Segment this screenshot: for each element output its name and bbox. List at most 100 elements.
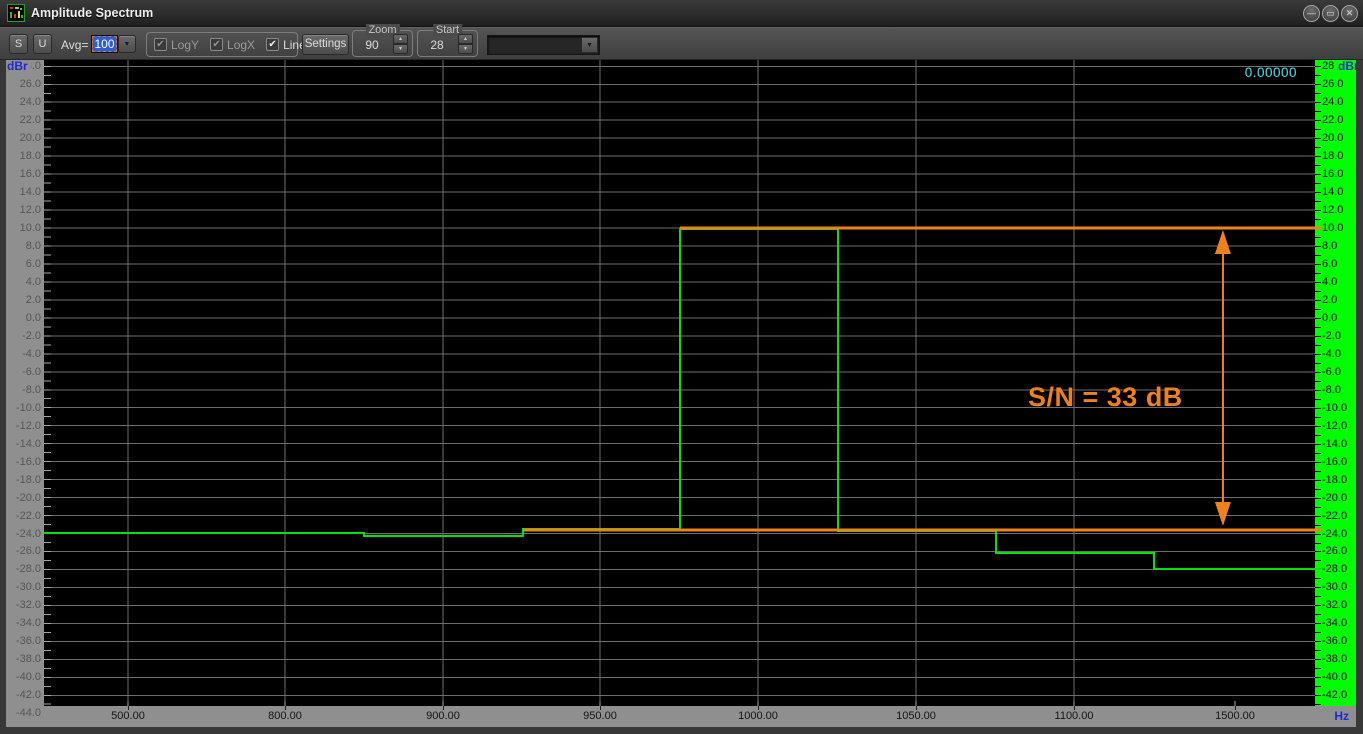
logx-checkbox-item: ✔ LogX	[210, 38, 255, 52]
right-axis-tick	[1315, 677, 1321, 678]
right-axis-tick-label: 4.0	[1322, 276, 1337, 288]
left-axis-tick-label: -20.0	[16, 492, 41, 504]
x-axis-tick	[1074, 706, 1075, 710]
left-axis-unit-label: dBr	[7, 60, 31, 73]
left-axis-tick-label: 20.0	[20, 132, 41, 144]
right-axis-tick	[1315, 102, 1321, 103]
right-axis-tick	[1315, 273, 1321, 274]
right-axis-tick-label: 10.0	[1322, 222, 1343, 234]
close-button[interactable]: ✕	[1341, 5, 1358, 22]
left-axis: 28.026.024.022.020.018.016.014.012.010.0…	[6, 60, 44, 727]
right-axis-tick-label: -2.0	[1322, 330, 1341, 342]
left-axis-tick-label: -30.0	[16, 581, 41, 593]
right-axis-tick-label: 24.0	[1322, 96, 1343, 108]
right-axis-tick	[1315, 623, 1321, 624]
preset-dropdown[interactable]: ▼	[487, 35, 600, 55]
logy-checkbox-item: ✔ LogY	[154, 38, 199, 52]
right-axis-tick	[1315, 534, 1321, 535]
zoom-spin-up-icon[interactable]: ▲	[393, 34, 408, 44]
minimize-button[interactable]: —	[1303, 5, 1320, 22]
app-window: Amplitude Spectrum — ▭ ✕ S U Avg= 100 ▼ …	[0, 0, 1363, 734]
left-axis-tick-label: 24.0	[20, 96, 41, 108]
left-axis-tick-label: -44.0	[16, 707, 41, 719]
u-button[interactable]: U	[33, 34, 52, 54]
start-spin-down-icon[interactable]: ▼	[458, 44, 473, 54]
s-button[interactable]: S	[9, 34, 28, 54]
right-axis-tick	[1315, 632, 1321, 633]
right-axis-tick	[1315, 435, 1321, 436]
right-axis-tick	[1315, 264, 1321, 265]
right-axis-tick	[1315, 336, 1321, 337]
left-axis-tick-label: -8.0	[22, 384, 41, 396]
start-value[interactable]: 28	[423, 38, 451, 52]
right-axis-tick-label: -12.0	[1322, 420, 1347, 432]
left-axis-tick-label: -12.0	[16, 420, 41, 432]
right-axis-tick	[1315, 417, 1321, 418]
right-axis-tick	[1315, 489, 1321, 490]
right-axis-tick	[1315, 147, 1321, 148]
x-axis-tick	[128, 706, 129, 710]
x-axis-tick	[285, 706, 286, 710]
snr-annotation: S/N = 33 dB	[1028, 382, 1183, 413]
titlebar: Amplitude Spectrum — ▭ ✕	[0, 0, 1363, 27]
right-axis-tick	[1315, 246, 1321, 247]
right-axis-tick-label: 12.0	[1322, 204, 1343, 216]
plot-area[interactable]: 0.00000 S/N = 33 dB	[44, 60, 1315, 706]
right-axis-tick	[1315, 156, 1321, 157]
right-axis-tick-label: 8.0	[1322, 240, 1337, 252]
right-axis-tick	[1315, 327, 1321, 328]
right-axis-tick	[1315, 138, 1321, 139]
right-axis-tick-label: -24.0	[1322, 528, 1347, 540]
left-axis-tick-label: -34.0	[16, 617, 41, 629]
lines-checkbox[interactable]: ✔	[266, 38, 279, 51]
window-title: Amplitude Spectrum	[31, 0, 153, 26]
avg-label: Avg=	[61, 38, 88, 52]
zoom-value[interactable]: 90	[358, 38, 386, 52]
left-axis-tick-label: -36.0	[16, 635, 41, 647]
right-axis-tick-label: 0.0	[1322, 312, 1337, 324]
right-axis-tick	[1315, 66, 1321, 67]
right-axis-tick-label: -4.0	[1322, 348, 1341, 360]
logy-checkbox: ✔	[154, 38, 167, 51]
start-spin-up-icon[interactable]: ▲	[458, 34, 473, 44]
start-spinner-group: Start 28 ▲ ▼	[417, 30, 478, 57]
right-axis-tick	[1315, 704, 1321, 705]
logx-checkbox: ✔	[210, 38, 223, 51]
right-axis-tick-label: -10.0	[1322, 402, 1347, 414]
left-axis-tick-label: 22.0	[20, 114, 41, 126]
left-axis-tick-label: -2.0	[22, 330, 41, 342]
zoom-spin-down-icon[interactable]: ▼	[393, 44, 408, 54]
x-axis-tick-label: 800.00	[268, 710, 302, 722]
right-axis-tick	[1315, 408, 1321, 409]
zoom-spin-buttons: ▲ ▼	[393, 34, 408, 54]
right-axis-tick	[1315, 399, 1321, 400]
x-axis-tick-label: 1000.00	[738, 710, 778, 722]
left-axis-tick-label: -14.0	[16, 438, 41, 450]
right-axis-tick	[1315, 300, 1321, 301]
avg-combobox[interactable]: 100	[91, 35, 118, 53]
right-axis-tick	[1315, 345, 1321, 346]
right-axis: 28.026.024.022.020.018.016.014.012.010.0…	[1315, 60, 1356, 706]
right-axis-tick	[1315, 462, 1321, 463]
right-axis-tick	[1315, 219, 1321, 220]
avg-dropdown-arrow-icon[interactable]: ▼	[118, 35, 136, 53]
left-axis-tick-label: -28.0	[16, 563, 41, 575]
right-axis-tick	[1315, 165, 1321, 166]
right-axis-tick-label: -18.0	[1322, 474, 1347, 486]
x-axis-tick-label: 500.00	[111, 710, 145, 722]
right-axis-tick-label: 2.0	[1322, 294, 1337, 306]
right-axis-tick	[1315, 201, 1321, 202]
preset-dropdown-arrow-icon[interactable]: ▼	[581, 37, 598, 53]
right-axis-tick	[1315, 516, 1321, 517]
settings-button[interactable]: Settings	[302, 34, 349, 55]
window-border-bottom	[0, 727, 1363, 734]
left-axis-tick-label: -16.0	[16, 456, 41, 468]
maximize-button[interactable]: ▭	[1322, 5, 1339, 22]
app-icon	[7, 4, 25, 22]
right-axis-tick-label: 26.0	[1322, 78, 1343, 90]
logy-label: LogY	[171, 38, 199, 52]
right-axis-tick-label: -42.0	[1322, 689, 1347, 701]
right-axis-tick-label: -20.0	[1322, 492, 1347, 504]
right-axis-tick-label: 16.0	[1322, 168, 1343, 180]
left-axis-tick-label: 14.0	[20, 186, 41, 198]
